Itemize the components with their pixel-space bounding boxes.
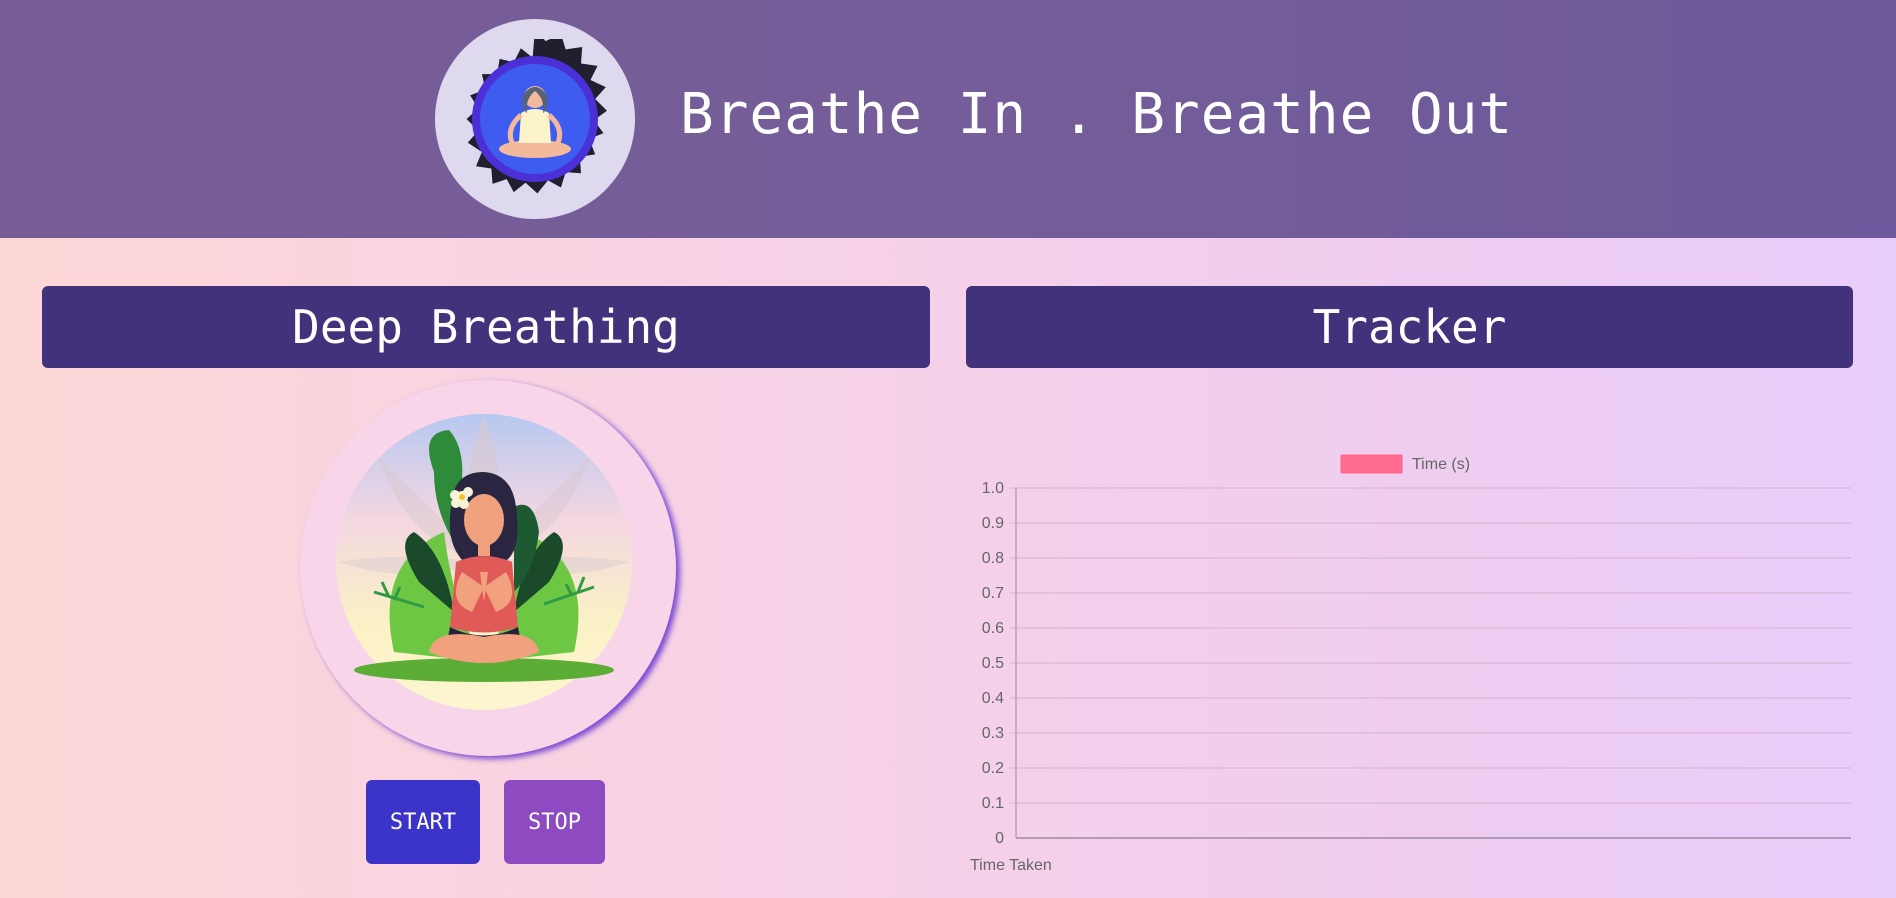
- y-tick-label: 0.3: [982, 725, 1004, 742]
- y-tick-label: 0.9: [982, 515, 1004, 532]
- start-button[interactable]: START: [366, 780, 480, 864]
- header: Breathe In . Breathe Out: [0, 0, 1896, 238]
- stop-button[interactable]: STOP: [504, 780, 605, 864]
- y-tick-label: 0: [995, 830, 1004, 847]
- deep-breathing-title: Deep Breathing: [42, 286, 930, 368]
- breathing-illustration: [300, 380, 676, 756]
- chart-grid: [1010, 487, 1851, 804]
- meditation-logo-icon: [466, 39, 607, 194]
- meditating-woman-illustration: [336, 414, 632, 710]
- y-tick-label: 0.2: [982, 760, 1004, 777]
- y-axis: 0 0.1 0.2 0.3 0.4 0.5 0.6 0.7 0.8 0.9 1.0: [982, 480, 1004, 847]
- y-tick-label: 0.5: [982, 655, 1004, 672]
- y-tick-label: 0.7: [982, 585, 1004, 602]
- y-tick-label: 0.4: [982, 690, 1004, 707]
- y-tick-label: 0.8: [982, 550, 1004, 567]
- legend-label: Time (s): [1412, 456, 1470, 473]
- tracker-chart: Time (s) 0 0.1 0.2 0.3 0.4 0.5 0.6 0.7 0.8 0.9 1.0…: [970, 454, 1851, 874]
- legend-swatch: [1340, 454, 1403, 474]
- site-title: Breathe In . Breathe Out: [680, 82, 1514, 147]
- y-tick-label: 0.1: [982, 795, 1004, 812]
- x-axis-label: Time Taken: [970, 857, 1052, 874]
- chart-legend[interactable]: Time (s): [1340, 454, 1470, 474]
- tracker-title: Tracker: [966, 286, 1853, 368]
- y-tick-label: 0.6: [982, 620, 1004, 637]
- logo: [435, 19, 635, 219]
- y-tick-label: 1.0: [982, 480, 1004, 497]
